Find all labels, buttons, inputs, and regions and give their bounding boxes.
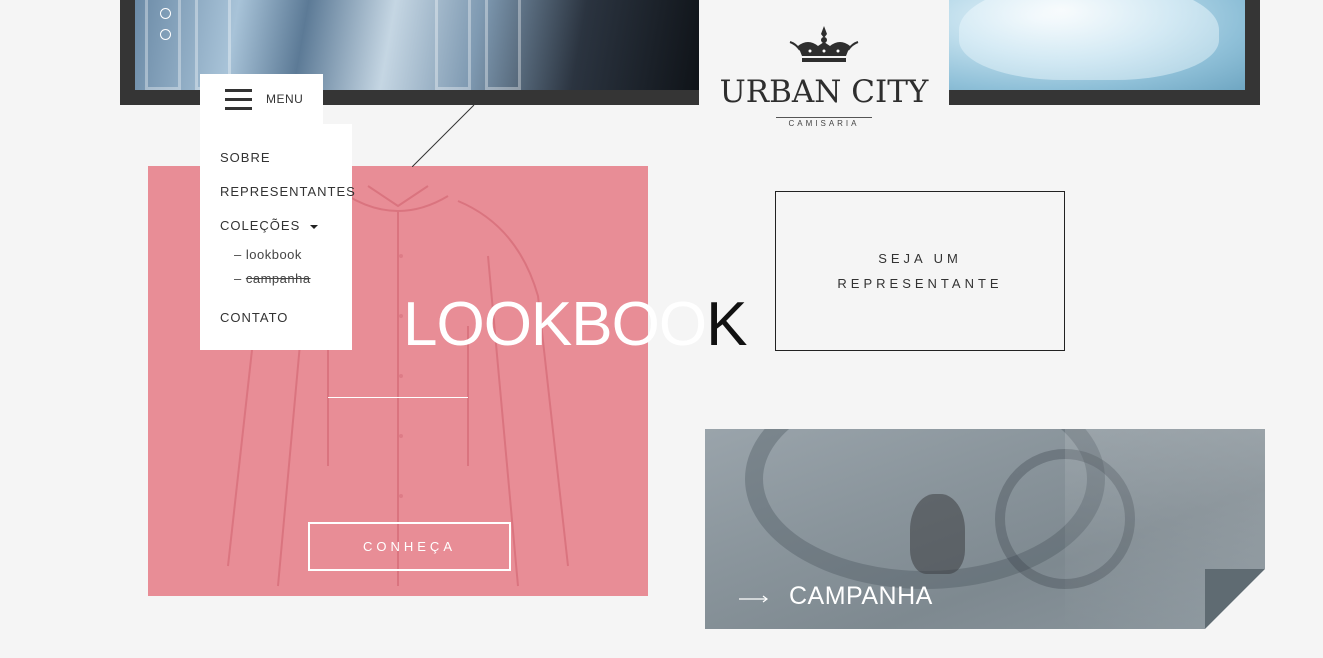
menu-dropdown: SOBRE REPRESENTANTES COLEÇÕES – lookbook… xyxy=(200,124,355,350)
hamburger-icon xyxy=(225,88,252,110)
brand-logo[interactable]: URBAN CITY CAMISARIA xyxy=(699,0,949,140)
brand-divider xyxy=(776,117,872,118)
menu-item-sobre[interactable]: SOBRE xyxy=(220,150,271,165)
submenu-item-lookbook[interactable]: – lookbook xyxy=(234,247,302,262)
menu-label: MENU xyxy=(266,92,304,106)
lookbook-title: LOOKBOOK xyxy=(403,290,747,359)
menu-item-contato[interactable]: CONTATO xyxy=(220,310,288,325)
brand-name: URBAN CITY xyxy=(719,74,929,110)
lookbook-divider xyxy=(328,397,468,398)
slider-dot[interactable] xyxy=(160,29,171,40)
representative-line-1: SEJA UM xyxy=(878,251,962,266)
representative-line-2: REPRESENTANTE xyxy=(837,276,1003,291)
decorative-line xyxy=(412,105,475,167)
slider-dot[interactable] xyxy=(160,8,171,19)
submenu-item-campanha[interactable]: – campanha xyxy=(234,271,311,286)
page-fold-corner xyxy=(1205,569,1265,629)
caret-down-icon xyxy=(310,224,319,229)
hero-slide-image-right xyxy=(949,0,1245,90)
menu-item-colecoes[interactable]: COLEÇÕES xyxy=(220,218,319,233)
arrow-right-icon xyxy=(739,595,768,603)
menu-item-representantes[interactable]: REPRESENTANTES xyxy=(220,184,356,199)
conheca-button[interactable]: CONHEÇA xyxy=(308,522,511,571)
campaign-label: CAMPANHA xyxy=(789,582,933,610)
become-representative-button[interactable]: SEJA UM REPRESENTANTE xyxy=(775,191,1065,351)
brand-subtitle: CAMISARIA xyxy=(788,119,860,128)
crown-icon xyxy=(789,26,859,62)
campaign-card[interactable]: CAMPANHA xyxy=(705,429,1265,629)
campaign-model-image xyxy=(910,494,965,574)
menu-toggle-button[interactable]: MENU xyxy=(200,74,323,124)
